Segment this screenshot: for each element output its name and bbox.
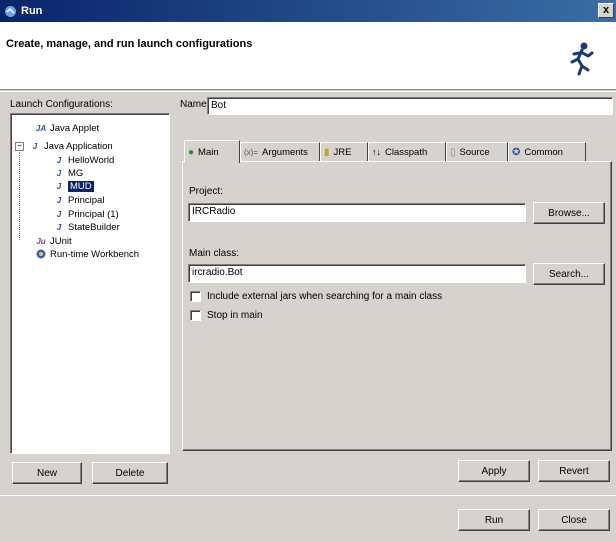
tree-item-junit[interactable]: Ju JUnit (35, 235, 72, 247)
checkbox-box (190, 291, 201, 302)
new-button[interactable]: New (12, 462, 82, 484)
tree-item-runtime-workbench[interactable]: Run-time Workbench (35, 248, 139, 260)
tab-jre[interactable]: ▮ JRE (320, 142, 368, 162)
jre-tab-icon: ▮ (324, 146, 330, 158)
source-tab-icon: ▯ (450, 146, 456, 158)
arguments-tab-icon: (x)= (244, 147, 258, 157)
banner-separator (0, 91, 616, 92)
header-banner: Create, manage, and run launch configura… (0, 22, 616, 90)
tree-guide-line (19, 152, 20, 240)
java-class-icon: J (56, 222, 62, 232)
tree-item-java-application[interactable]: J Java Application (29, 140, 113, 152)
junit-icon: Ju (36, 236, 46, 246)
main-tab-icon: ● (188, 146, 195, 158)
common-tab-icon: ✪ (512, 146, 521, 158)
tree-item-label: Java Application (44, 140, 113, 152)
java-class-icon: J (56, 155, 62, 165)
classpath-tab-icon: ↑↓ (372, 147, 381, 157)
tree-item-java-applet[interactable]: JA Java Applet (35, 122, 99, 134)
main-class-label: Main class: (189, 248, 240, 259)
banner-heading: Create, manage, and run launch configura… (6, 38, 253, 50)
tree-item-label: Principal (68, 194, 105, 206)
include-external-jars-checkbox[interactable]: Include external jars when searching for… (190, 291, 442, 302)
tree-item-principal-1[interactable]: J Principal (1) (53, 208, 119, 220)
project-field[interactable]: IRCRadio (188, 203, 526, 222)
launch-configurations-tree[interactable]: JA Java Applet − J Java Application J He… (10, 113, 170, 454)
main-class-field[interactable]: ircradio.Bot (188, 264, 526, 283)
revert-button[interactable]: Revert (538, 460, 610, 482)
run-dialog: Run x Create, manage, and run launch con… (0, 0, 616, 541)
java-class-icon: J (56, 181, 62, 191)
search-button[interactable]: Search... (533, 263, 605, 285)
java-class-icon: J (56, 209, 62, 219)
close-window-button[interactable]: x (598, 3, 614, 18)
window-title: Run (21, 5, 43, 17)
tree-item-label: Principal (1) (68, 208, 119, 220)
title-bar: Run x (0, 0, 616, 22)
checkbox-box (190, 310, 201, 321)
tree-item-label: MG (68, 167, 84, 179)
tab-source[interactable]: ▯ Source (446, 142, 508, 162)
apply-button[interactable]: Apply (458, 460, 530, 482)
workbench-icon (35, 249, 47, 259)
tree-item-label: HelloWorld (68, 154, 115, 166)
main-tab-panel: Project: IRCRadio Browse... Main class: … (182, 161, 612, 451)
java-application-icon: J (32, 141, 38, 151)
tab-classpath[interactable]: ↑↓ Classpath (368, 142, 446, 162)
collapse-toggle-icon[interactable]: − (15, 142, 24, 151)
tree-item-principal[interactable]: J Principal (53, 194, 105, 206)
stop-in-main-checkbox[interactable]: Stop in main (190, 310, 263, 321)
tab-main[interactable]: ● Main (184, 140, 240, 163)
run-button[interactable]: Run (458, 509, 530, 531)
tree-item-helloworld[interactable]: J HelloWorld (53, 154, 115, 166)
launch-configurations-label: Launch Configurations: (10, 99, 113, 110)
tree-item-label: Run-time Workbench (50, 248, 140, 260)
tree-item-label: Java Applet (50, 122, 100, 134)
tree-item-mud[interactable]: J MUD (53, 180, 94, 192)
java-class-icon: J (56, 168, 62, 178)
tree-item-label: StateBuilder (68, 221, 120, 233)
name-label: Name: (180, 99, 210, 110)
java-applet-icon: JA (35, 123, 47, 133)
tree-item-statebuilder[interactable]: J StateBuilder (53, 221, 120, 233)
name-input[interactable]: Bot (207, 97, 613, 115)
project-label: Project: (189, 186, 223, 197)
browse-button[interactable]: Browse... (533, 202, 605, 224)
app-icon (4, 5, 17, 18)
running-man-icon (568, 42, 594, 79)
tree-item-label: MUD (68, 180, 94, 192)
delete-button[interactable]: Delete (92, 462, 168, 484)
tree-item-mg[interactable]: J MG (53, 167, 84, 179)
bottom-separator (0, 495, 616, 496)
java-class-icon: J (56, 195, 62, 205)
tab-common[interactable]: ✪ Common (508, 142, 586, 162)
tree-item-label: JUnit (50, 235, 72, 247)
tab-arguments[interactable]: (x)= Arguments (240, 142, 320, 162)
close-button[interactable]: Close (538, 509, 610, 531)
